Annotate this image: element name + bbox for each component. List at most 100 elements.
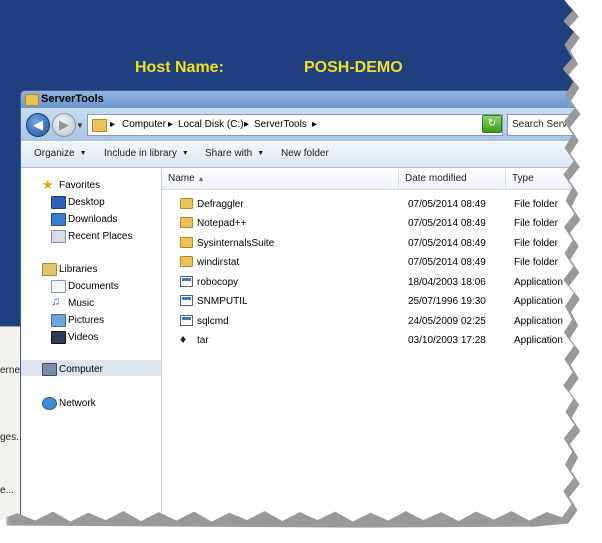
breadcrumb-local-disk[interactable]: Local Disk (C:) bbox=[178, 119, 244, 130]
breadcrumb-computer[interactable]: Computer bbox=[122, 119, 166, 130]
favorites-star-icon: ★ bbox=[42, 177, 54, 192]
nav-pictures[interactable]: Pictures bbox=[68, 315, 104, 326]
back-button[interactable]: ◀ bbox=[26, 113, 50, 137]
file-type: File folder bbox=[514, 218, 558, 229]
window-title: ServerTools bbox=[41, 93, 104, 105]
file-date: 18/04/2003 18:06 bbox=[408, 277, 486, 288]
nav-recent-places[interactable]: Recent Places bbox=[68, 231, 132, 242]
file-date: 25/07/1996 19:30 bbox=[408, 296, 486, 307]
file-type: Application bbox=[514, 296, 563, 307]
file-name: SysinternalsSuite bbox=[197, 238, 275, 249]
include-in-library-label: Include in library bbox=[104, 148, 177, 159]
address-row: ◀ ▶ ▼ ▸ Computer ▸ Local Disk (C:) ▸ Ser… bbox=[21, 108, 575, 141]
folder-icon bbox=[180, 237, 193, 248]
breadcrumb-separator-icon[interactable]: ▸ bbox=[110, 119, 115, 130]
file-date: 07/05/2014 08:49 bbox=[408, 257, 486, 268]
file-type: Application bbox=[514, 335, 563, 346]
folder-icon bbox=[180, 256, 193, 267]
share-with-button[interactable]: Share with ▼ bbox=[205, 148, 264, 159]
column-header-date-modified[interactable]: Date modified bbox=[399, 168, 506, 190]
nav-documents[interactable]: Documents bbox=[68, 281, 119, 292]
file-list: Name ▲ Date modified Type Defraggler 07/… bbox=[162, 168, 575, 522]
background-window-text-3: e... bbox=[0, 485, 14, 496]
file-type: File folder bbox=[514, 257, 558, 268]
desktop-icon bbox=[51, 196, 66, 209]
refresh-icon[interactable]: ↻ bbox=[482, 115, 502, 133]
file-row[interactable]: windirstat 07/05/2014 08:49 File folder bbox=[162, 253, 574, 272]
new-folder-button[interactable]: New folder bbox=[281, 148, 329, 159]
background-window-text-2: ges. bbox=[0, 432, 19, 443]
chevron-down-icon: ▼ bbox=[181, 150, 189, 157]
breadcrumb-separator-icon[interactable]: ▸ bbox=[168, 119, 173, 130]
file-row[interactable]: robocopy 18/04/2003 18:06 Application bbox=[162, 273, 574, 292]
organize-label: Organize bbox=[34, 148, 75, 159]
include-in-library-button[interactable]: Include in library ▼ bbox=[104, 148, 189, 159]
file-name: windirstat bbox=[197, 257, 240, 268]
computer-icon bbox=[42, 363, 57, 376]
application-icon bbox=[180, 295, 193, 306]
forward-button[interactable]: ▶ bbox=[52, 113, 76, 137]
nav-computer[interactable]: Computer bbox=[59, 364, 103, 375]
file-name: tar bbox=[197, 335, 209, 346]
history-dropdown-icon[interactable]: ▼ bbox=[76, 121, 84, 130]
file-date: 03/10/2003 17:28 bbox=[408, 335, 486, 346]
folder-icon bbox=[92, 119, 107, 132]
navigation-pane: ★ Favorites Desktop Downloads Recent Pla… bbox=[21, 168, 162, 522]
nav-libraries[interactable]: Libraries bbox=[59, 264, 97, 275]
breadcrumb-separator-icon[interactable]: ▸ bbox=[244, 119, 249, 130]
recent-places-icon bbox=[51, 230, 66, 243]
chevron-down-icon: ▼ bbox=[257, 150, 265, 157]
breadcrumb-servertools[interactable]: ServerTools bbox=[254, 119, 307, 130]
file-row[interactable]: SNMPUTIL 25/07/1996 19:30 Application bbox=[162, 292, 574, 311]
videos-icon bbox=[51, 331, 66, 344]
file-row[interactable]: Defraggler 07/05/2014 08:49 File folder bbox=[162, 195, 574, 214]
pictures-icon bbox=[51, 314, 66, 327]
host-name-label: Host Name: bbox=[135, 59, 224, 76]
nav-music[interactable]: Music bbox=[68, 298, 94, 309]
file-name: Notepad++ bbox=[197, 218, 247, 229]
command-bar: Organize ▼ Include in library ▼ Share with… bbox=[21, 141, 575, 168]
file-row[interactable]: SysinternalsSuite 07/05/2014 08:49 File … bbox=[162, 234, 574, 253]
nav-network[interactable]: Network bbox=[59, 398, 96, 409]
file-type: File folder bbox=[514, 199, 558, 210]
gnu-tar-icon: ♦ bbox=[180, 332, 187, 346]
application-icon bbox=[180, 315, 193, 326]
file-date: 07/05/2014 08:49 bbox=[408, 238, 486, 249]
file-row[interactable]: Notepad++ 07/05/2014 08:49 File folder bbox=[162, 214, 574, 233]
documents-icon bbox=[51, 280, 66, 293]
downloads-icon bbox=[51, 213, 66, 226]
file-row[interactable]: sqlcmd 24/05/2009 02:25 Application bbox=[162, 312, 574, 331]
libraries-icon bbox=[42, 263, 57, 276]
host-name-value: POSH-DEMO bbox=[304, 59, 403, 76]
chevron-down-icon: ▼ bbox=[79, 150, 87, 157]
nav-videos[interactable]: Videos bbox=[68, 332, 98, 343]
folder-icon bbox=[180, 217, 193, 228]
application-icon bbox=[180, 276, 193, 287]
file-date: 07/05/2014 08:49 bbox=[408, 218, 486, 229]
nav-downloads[interactable]: Downloads bbox=[68, 214, 117, 225]
file-date: 07/05/2014 08:49 bbox=[408, 199, 486, 210]
file-name: robocopy bbox=[197, 277, 239, 288]
network-icon bbox=[42, 397, 57, 410]
column-header-name[interactable]: Name ▲ bbox=[162, 168, 399, 190]
music-icon: ♫ bbox=[51, 294, 60, 308]
file-row[interactable]: ♦ tar 03/10/2003 17:28 Application bbox=[162, 331, 574, 350]
file-date: 24/05/2009 02:25 bbox=[408, 316, 486, 327]
share-with-label: Share with bbox=[205, 148, 253, 159]
file-type: Application bbox=[514, 316, 563, 327]
address-bar[interactable]: ▸ Computer ▸ Local Disk (C:) ▸ ServerToo… bbox=[87, 114, 503, 136]
file-type: Application bbox=[514, 277, 563, 288]
breadcrumb-separator-icon[interactable]: ▸ bbox=[312, 119, 317, 130]
nav-desktop[interactable]: Desktop bbox=[68, 197, 105, 208]
nav-favorites[interactable]: Favorites bbox=[59, 180, 100, 191]
file-name: Defraggler bbox=[197, 199, 244, 210]
folder-icon bbox=[180, 198, 193, 209]
screenshot-frame: Host Name: POSH-DEMO ernet ges. e... Ser… bbox=[0, 0, 575, 522]
explorer-window: ServerTools ◀ ▶ ▼ ▸ Computer ▸ Local Dis… bbox=[20, 90, 575, 522]
organize-button[interactable]: Organize ▼ bbox=[34, 148, 87, 159]
folder-icon bbox=[25, 94, 39, 106]
column-name-label: Name bbox=[168, 173, 195, 184]
file-type: File folder bbox=[514, 238, 558, 249]
title-bar[interactable]: ServerTools bbox=[21, 91, 575, 108]
file-name: sqlcmd bbox=[197, 316, 229, 327]
